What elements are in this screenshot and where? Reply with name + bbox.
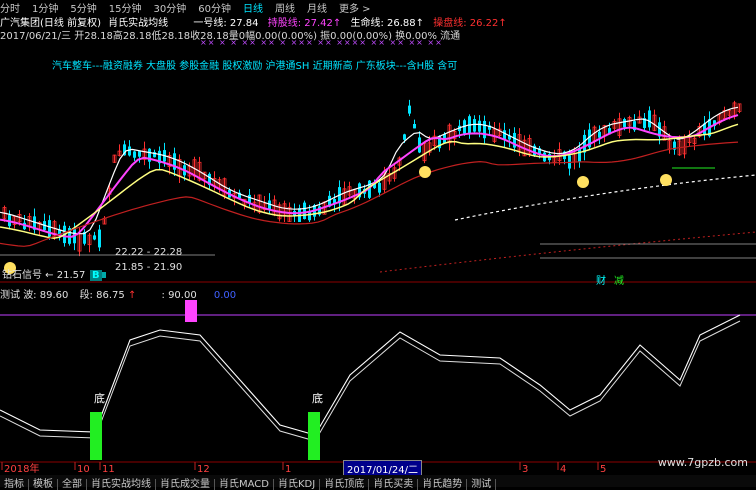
up-arrow-icon: ↑ — [127, 290, 137, 301]
candle-body — [98, 229, 101, 248]
smiley-icon — [660, 174, 672, 186]
candle-body — [403, 134, 406, 140]
diamond-signal-label: 钻石信号 ← 21.57 — [2, 270, 86, 281]
osc-0: 0.00 — [213, 290, 237, 301]
tab-4[interactable]: 肖氏成交量 — [156, 479, 215, 490]
tab-7[interactable]: 肖氏顶底 — [320, 479, 370, 490]
ma-line-white — [0, 106, 739, 235]
candle-body — [378, 182, 381, 193]
blank-region — [215, 222, 540, 280]
range-label-2: 21.85 - 21.90 — [115, 262, 183, 273]
candle-body — [478, 120, 481, 132]
smiley-icon — [577, 176, 589, 188]
axis-tick-label: 5 — [600, 464, 606, 475]
smiley-icon — [419, 166, 431, 178]
bottom-bar-2 — [308, 412, 320, 460]
candle-body — [598, 131, 601, 138]
tab-6[interactable]: 肖氏KDJ — [273, 479, 321, 490]
bottom-label-1: 底 — [94, 392, 105, 405]
osc-90: : 90.00 — [161, 290, 197, 301]
candle-body — [623, 119, 626, 128]
osc-bo: 波: 89.60 — [23, 290, 69, 301]
top-bar — [185, 300, 197, 322]
candle-body — [303, 202, 306, 220]
axis-tick-label: 11 — [102, 464, 115, 475]
axis-tick-label: 1 — [285, 464, 291, 475]
bottom-label-2: 底 — [312, 392, 323, 405]
candle-body — [583, 134, 586, 153]
tab-9[interactable]: 肖氏趋势 — [418, 479, 468, 490]
ma-line-magenta — [0, 114, 739, 238]
trend-dashed-white — [454, 174, 756, 221]
tab-2[interactable]: 全部 — [58, 479, 87, 490]
cai-marker: 财 — [596, 276, 606, 287]
candle-body — [408, 105, 411, 114]
watermark: www.7gpzb.com — [657, 456, 748, 469]
tab-1[interactable]: 模板 — [29, 479, 58, 490]
bottom-bar-1 — [90, 412, 102, 460]
chart-canvas[interactable]: 2018年 10 11 12 1 3 4 5 — [0, 0, 756, 487]
candle-body — [138, 151, 141, 157]
osc-line-1 — [0, 314, 741, 436]
candle-body — [483, 120, 486, 139]
axis-tick-label: 12 — [197, 464, 210, 475]
tab-5[interactable]: 肖氏MACD — [215, 479, 274, 490]
tab-3[interactable]: 肖氏实战均线 — [87, 479, 156, 490]
osc-header: 测试 波: 89.60 段: 86.75 ↑ : 90.00 0.00 — [0, 286, 236, 301]
candle-body — [648, 110, 651, 128]
buy-marker: B — [90, 270, 102, 281]
jian-marker: 减 — [614, 276, 624, 287]
tab-8[interactable]: 肖氏买卖 — [369, 479, 419, 490]
indicator-tab-bar: 指标 模板 全部 肖氏实战均线 肖氏成交量 肖氏MACD 肖氏KDJ 肖氏顶底 肖氏买卖 肖氏趋势… — [0, 475, 756, 490]
oscillator-series — [0, 300, 741, 460]
candle-body — [473, 119, 476, 132]
candle-body — [133, 151, 136, 158]
time-axis: 2018年 10 11 12 1 3 4 5 — [1, 462, 606, 475]
axis-tick-label: 10 — [77, 464, 90, 475]
range-label-1: 22.22 - 22.28 — [115, 247, 183, 258]
osc-line-2 — [0, 320, 741, 442]
osc-duan: 段: 86.75 — [79, 290, 125, 301]
tab-0[interactable]: 指标 — [0, 479, 29, 490]
candle-body — [413, 124, 416, 129]
axis-tick-label: 2018年 — [4, 462, 39, 475]
axis-tick-label: 4 — [560, 464, 566, 475]
axis-tick-label: 3 — [522, 464, 528, 475]
tab-10[interactable]: 测试 — [467, 479, 497, 490]
candle-body — [128, 146, 131, 156]
candle-body — [93, 235, 96, 240]
osc-name[interactable]: 测试 — [0, 290, 20, 301]
